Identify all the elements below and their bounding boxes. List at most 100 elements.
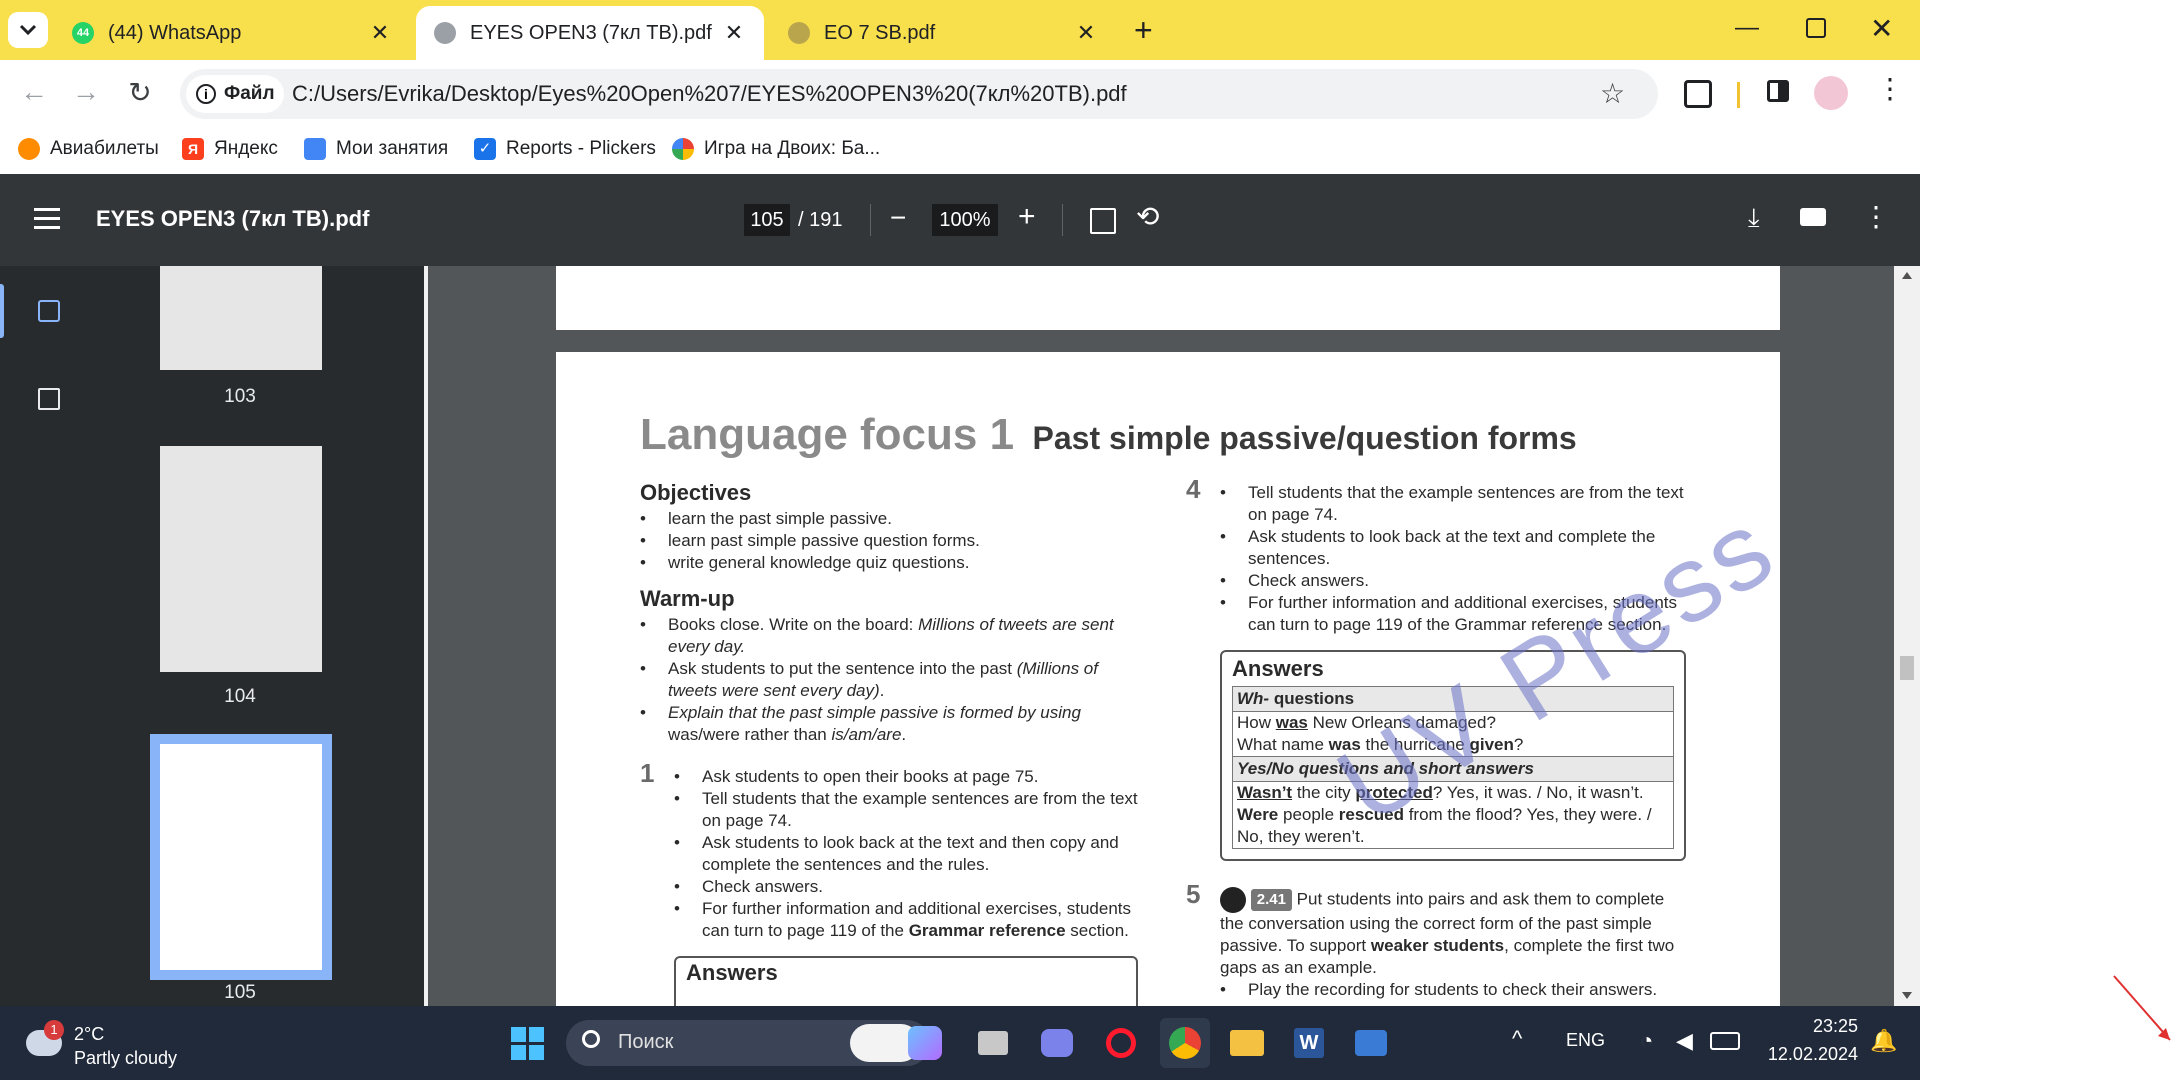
chevron-down-icon xyxy=(19,24,37,36)
reload-icon[interactable]: ↻ xyxy=(120,76,160,109)
kebab-icon[interactable]: ⋮ xyxy=(1862,200,1890,233)
exercise-item: Ask students to look back at the text an… xyxy=(674,832,1140,876)
back-icon[interactable]: ← xyxy=(14,76,54,108)
objective-item: learn past simple passive question forms… xyxy=(640,530,1140,552)
thumbnail-page-105[interactable] xyxy=(160,744,322,970)
clock-date[interactable]: 12.02.2024 xyxy=(1760,1044,1858,1065)
pdf-viewer: Language focus 1 Past simple passive/que… xyxy=(428,266,1920,1006)
thumbnail-page-104[interactable] xyxy=(160,446,322,672)
language-indicator[interactable]: ENG xyxy=(1566,1030,1605,1051)
zoom-level-input[interactable]: 100% xyxy=(932,204,998,236)
windows-start-icon[interactable] xyxy=(502,1018,552,1068)
heading-main: Language focus 1 xyxy=(640,410,1015,459)
file-explorer-app[interactable] xyxy=(1222,1018,1272,1068)
grid-icon xyxy=(304,138,326,160)
close-icon[interactable]: ✕ xyxy=(720,20,748,46)
new-tab-icon[interactable]: + xyxy=(1134,12,1153,48)
warmup-item: Books close. Write on the board: Million… xyxy=(640,614,1140,658)
taskbar-search[interactable]: Поиск xyxy=(566,1020,930,1066)
address-bar[interactable]: i Файл C:/Users/Evrika/Desktop/Eyes%20Op… xyxy=(180,69,1658,119)
weather-badge: 1 xyxy=(44,1020,64,1040)
answer-line: Were people rescued from the flood? Yes,… xyxy=(1237,805,1652,846)
viewer-scrollbar[interactable] xyxy=(1894,266,1920,1006)
close-icon[interactable]: ✕ xyxy=(366,20,394,46)
thumbnail-page-103[interactable] xyxy=(160,266,322,370)
info-icon: i xyxy=(196,84,216,104)
warmup-item: Ask students to put the sentence into th… xyxy=(640,658,1140,702)
menu-icon[interactable] xyxy=(34,208,60,230)
zoom-in-icon[interactable]: + xyxy=(1018,200,1036,234)
tab-whatsapp[interactable]: 44 (44) WhatsApp ✕ xyxy=(54,6,410,60)
forward-icon[interactable]: → xyxy=(66,76,106,108)
tab-strip: 44 (44) WhatsApp ✕ EYES OPEN3 (7кл ТВ).p… xyxy=(0,0,1920,60)
exercise-text: 2.41 Put students into pairs and ask the… xyxy=(1220,887,1686,979)
fit-page-icon[interactable] xyxy=(1090,208,1116,234)
sidepanel-icon[interactable] xyxy=(1767,80,1789,102)
pdf-page-105: Language focus 1 Past simple passive/que… xyxy=(556,352,1795,1006)
thumbnails-icon[interactable] xyxy=(38,300,60,322)
tab-search-button[interactable] xyxy=(8,12,48,48)
bookmark-aviabilety[interactable]: Авиабилеты xyxy=(18,138,159,160)
browser-toolbar: ← → ↻ i Файл C:/Users/Evrika/Desktop/Eye… xyxy=(0,60,1920,130)
profile-avatar[interactable] xyxy=(1814,76,1848,110)
minimize-icon[interactable]: — xyxy=(1735,14,1759,42)
checkbox-icon: ✓ xyxy=(474,138,496,160)
thumbnail-label: 104 xyxy=(224,686,256,707)
opera-app[interactable] xyxy=(1096,1018,1146,1068)
copilot-pre-app[interactable] xyxy=(900,1018,950,1068)
toolbar-divider xyxy=(1737,82,1740,108)
extensions-icon[interactable] xyxy=(1684,80,1712,108)
left-column: Objectives learn the past simple passive… xyxy=(640,482,1140,1006)
chrome-app[interactable] xyxy=(1160,1018,1210,1068)
exercise-item: Tell students that the example sentences… xyxy=(1220,482,1686,526)
site-info-chip[interactable]: i Файл xyxy=(186,75,284,113)
pdf-sidebar: 103 104 105 xyxy=(0,266,428,1006)
kebab-icon[interactable]: ⋮ xyxy=(1876,72,1904,105)
wifi-icon[interactable]: ◔ xyxy=(1640,1028,1653,1054)
tray-chevron-icon[interactable]: ^ xyxy=(1512,1026,1522,1052)
bell-icon[interactable]: 🔔 xyxy=(1870,1028,1897,1054)
battery-icon[interactable] xyxy=(1710,1032,1740,1050)
objective-item: write general knowledge quiz questions. xyxy=(640,552,1140,574)
tab-eyes-open-pdf[interactable]: EYES OPEN3 (7кл ТВ).pdf ✕ xyxy=(416,6,764,60)
bookmark-moi-zanyatiya[interactable]: Мои занятия xyxy=(304,138,448,160)
scroll-up-arrow[interactable] xyxy=(1902,272,1912,279)
pdf-toolbar: EYES OPEN3 (7кл ТВ).pdf 105 / 191 − 100%… xyxy=(0,174,1920,266)
url-text[interactable]: C:/Users/Evrika/Desktop/Eyes%20Open%207/… xyxy=(292,81,1127,107)
weather-widget[interactable]: 1 2°C Partly cloudy xyxy=(26,1020,206,1070)
bookmark-igra[interactable]: Игра на Двоих: Ба... xyxy=(672,138,880,160)
download-icon[interactable]: ⤓ xyxy=(1748,202,1760,234)
warmup-title: Warm-up xyxy=(640,586,735,611)
track-badge: 2.41 xyxy=(1250,889,1292,912)
page-heading: Language focus 1 Past simple passive/que… xyxy=(640,410,1577,460)
exercise-item: Play the recording for students to check… xyxy=(1220,979,1686,1001)
weather-desc: Partly cloudy xyxy=(74,1048,178,1068)
page-number-input[interactable]: 105 xyxy=(744,204,790,236)
task-view-app[interactable] xyxy=(968,1018,1018,1068)
bookmark-plickers[interactable]: ✓ Reports - Plickers xyxy=(474,138,656,160)
clock-time[interactable]: 23:25 xyxy=(1788,1016,1858,1037)
scroll-thumb[interactable] xyxy=(1900,656,1914,680)
star-icon[interactable]: ☆ xyxy=(1600,77,1625,110)
pdf-globe-icon xyxy=(434,22,456,44)
word-app[interactable]: W xyxy=(1284,1018,1334,1068)
whatsapp-icon: 44 xyxy=(72,22,94,44)
scroll-down-arrow[interactable] xyxy=(1902,992,1912,999)
bookmark-yandex[interactable]: Я Яндекс xyxy=(182,138,278,160)
snipping-tool-app[interactable] xyxy=(1346,1018,1396,1068)
window-close-icon[interactable]: ✕ xyxy=(1870,12,1893,45)
restore-icon[interactable] xyxy=(1806,18,1826,38)
outline-icon[interactable] xyxy=(38,388,60,410)
tab-eo7-pdf[interactable]: EO 7 SB.pdf ✕ xyxy=(770,6,1116,60)
zoom-out-icon[interactable]: − xyxy=(890,202,906,234)
close-icon[interactable]: ✕ xyxy=(1072,20,1100,46)
rotate-icon[interactable]: ⟲ xyxy=(1136,200,1159,233)
exercise-5: 5 2.41 Put students into pairs and ask t… xyxy=(1186,881,1686,1001)
weather-temp: 2°C xyxy=(74,1024,105,1044)
search-icon xyxy=(582,1030,600,1048)
volume-icon[interactable]: ◀ xyxy=(1676,1028,1693,1054)
teams-app[interactable] xyxy=(1032,1018,1082,1068)
print-icon[interactable] xyxy=(1800,208,1826,226)
answers-box-bottom: Answers xyxy=(674,956,1138,1006)
tab-title: (44) WhatsApp xyxy=(108,21,242,44)
